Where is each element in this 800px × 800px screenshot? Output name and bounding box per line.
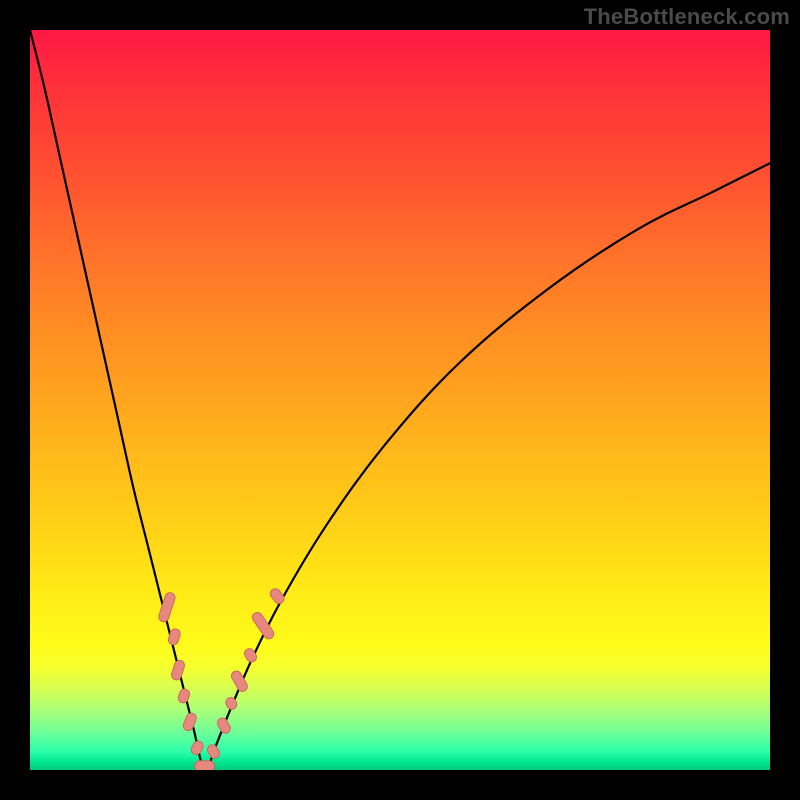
curve-markers xyxy=(158,587,287,770)
curve-marker xyxy=(206,743,222,760)
curve-marker xyxy=(195,761,215,770)
curve-marker xyxy=(189,739,205,756)
chart-frame: TheBottleneck.com xyxy=(0,0,800,800)
curve-marker xyxy=(250,611,275,641)
curve-marker xyxy=(177,688,191,705)
curve-marker xyxy=(216,716,233,735)
chart-svg xyxy=(30,30,770,770)
curve-marker xyxy=(170,659,186,681)
curve-marker xyxy=(167,628,181,646)
curve-marker xyxy=(268,587,286,606)
watermark-text: TheBottleneck.com xyxy=(584,4,790,30)
curve-marker xyxy=(158,591,177,623)
plot-area xyxy=(30,30,770,770)
curve-marker xyxy=(243,647,259,664)
bottleneck-curve xyxy=(30,30,770,770)
curve-marker xyxy=(230,669,250,693)
curve-marker xyxy=(224,696,239,711)
curve-marker xyxy=(182,712,198,732)
